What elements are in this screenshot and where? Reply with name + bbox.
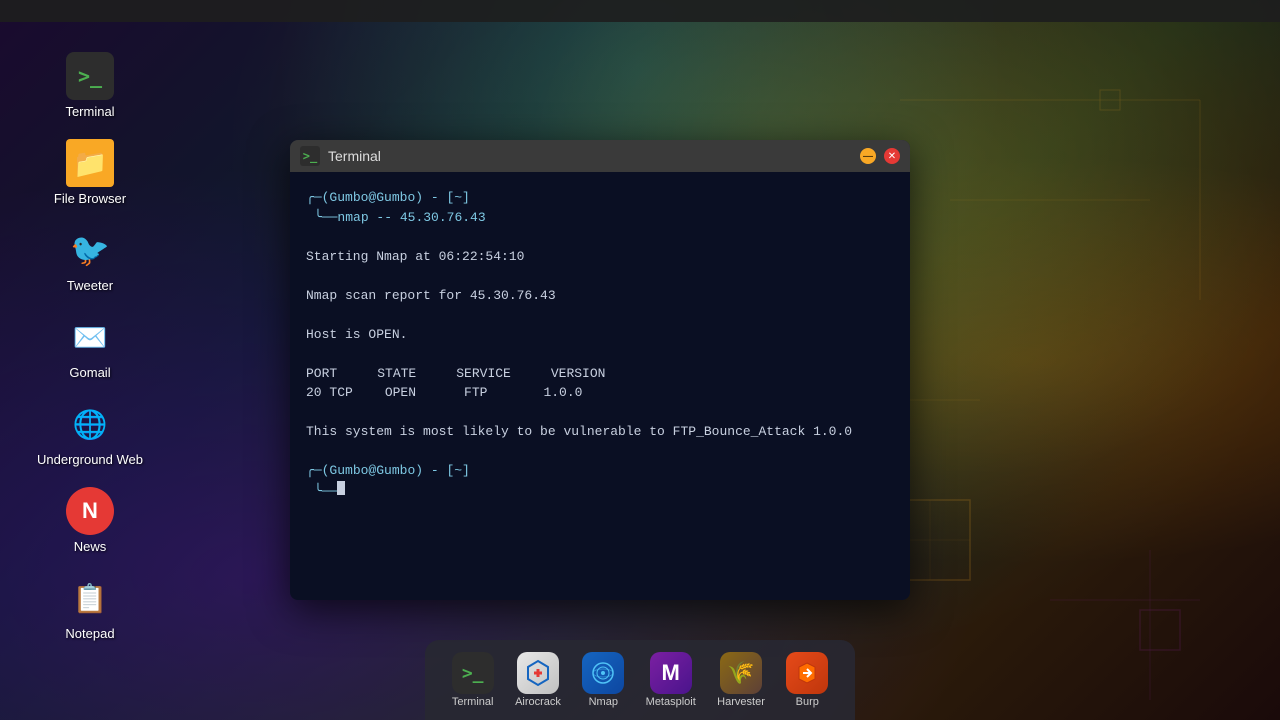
col-port: PORT — [306, 364, 337, 384]
underground-label: Underground Web — [37, 452, 143, 467]
topbar — [0, 0, 1280, 22]
taskbar-metasploit-label: Metasploit — [646, 696, 696, 708]
tweeter-icon: 🐦 — [66, 226, 114, 274]
terminal-line-host: Host is OPEN. — [306, 325, 894, 345]
terminal-titlebar: >_ Terminal — ✕ — [290, 140, 910, 172]
col-state: STATE — [377, 364, 416, 384]
terminal-label: Terminal — [65, 104, 114, 119]
taskbar-terminal-icon: >_ — [452, 652, 494, 694]
data-version: 1.0.0 — [543, 383, 582, 403]
desktop-icon-underground[interactable]: 🌐 Underground Web — [20, 390, 160, 477]
news-icon: N — [66, 487, 114, 535]
taskbar-nmap-icon — [582, 652, 624, 694]
col-service: SERVICE — [456, 364, 511, 384]
terminal-line-starting: Starting Nmap at 06:22:54:10 — [306, 247, 894, 267]
taskbar-burp-label: Burp — [796, 696, 819, 708]
tweeter-label: Tweeter — [67, 278, 113, 293]
taskbar-burp[interactable]: Burp — [778, 648, 836, 712]
taskbar: >_ Terminal Airocrack Nmap M Metasploit — [425, 640, 855, 720]
taskbar-metasploit[interactable]: M Metasploit — [638, 648, 704, 712]
notepad-label: Notepad — [65, 626, 114, 641]
notepad-icon: 📋 — [66, 574, 114, 622]
news-label: News — [74, 539, 107, 554]
terminal-body[interactable]: ╭─(Gumbo@Gumbo) - [~] ╰──nmap -- 45.30.7… — [290, 172, 910, 600]
taskbar-airocrack-icon — [517, 652, 559, 694]
filebrowser-label: File Browser — [54, 191, 126, 206]
terminal-title-text: Terminal — [328, 148, 852, 164]
underground-icon: 🌐 — [66, 400, 114, 448]
taskbar-burp-icon — [786, 652, 828, 694]
taskbar-airocrack[interactable]: Airocrack — [507, 648, 569, 712]
desktop-icon-tweeter[interactable]: 🐦 Tweeter — [20, 216, 160, 303]
taskbar-terminal[interactable]: >_ Terminal — [444, 648, 502, 712]
col-version: VERSION — [551, 364, 606, 384]
taskbar-harvester-icon: 🌾 — [720, 652, 762, 694]
taskbar-metasploit-icon: M — [650, 652, 692, 694]
desktop-icon-notepad[interactable]: 📋 Notepad — [20, 564, 160, 651]
cursor — [337, 481, 345, 495]
taskbar-harvester-label: Harvester — [717, 696, 765, 708]
terminal-prompt-2: ╭─(Gumbo@Gumbo) - [~] — [306, 461, 894, 481]
desktop-icon-terminal[interactable]: >_ Terminal — [20, 42, 160, 129]
terminal-prompt-1: ╭─(Gumbo@Gumbo) - [~] — [306, 188, 894, 208]
taskbar-harvester[interactable]: 🌾 Harvester — [709, 648, 773, 712]
taskbar-airocrack-label: Airocrack — [515, 696, 561, 708]
taskbar-terminal-label: Terminal — [452, 696, 494, 708]
terminal-cmd-1: ╰──nmap -- 45.30.76.43 — [306, 208, 894, 228]
filebrowser-icon: 📁 — [66, 139, 114, 187]
gomail-label: Gomail — [69, 365, 110, 380]
desktop-icon-gomail[interactable]: ✉️ Gomail — [20, 303, 160, 390]
terminal-window: >_ Terminal — ✕ ╭─(Gumbo@Gumbo) - [~] ╰─… — [290, 140, 910, 600]
data-port: 20 TCP — [306, 383, 353, 403]
terminal-line-data: 20 TCP OPEN FTP 1.0.0 — [306, 383, 894, 403]
close-button[interactable]: ✕ — [884, 148, 900, 164]
terminal-icon: >_ — [66, 52, 114, 100]
data-state: OPEN — [385, 383, 416, 403]
desktop-sidebar: >_ Terminal 📁 File Browser 🐦 Tweeter ✉️ … — [0, 22, 180, 651]
data-service: FTP — [464, 383, 487, 403]
terminal-line-report: Nmap scan report for 45.30.76.43 — [306, 286, 894, 306]
terminal-title-icon: >_ — [300, 146, 320, 166]
gomail-icon: ✉️ — [66, 313, 114, 361]
taskbar-nmap[interactable]: Nmap — [574, 648, 632, 712]
taskbar-nmap-label: Nmap — [589, 696, 618, 708]
terminal-input-line: ╰── — [306, 481, 894, 502]
desktop-icon-filebrowser[interactable]: 📁 File Browser — [20, 129, 160, 216]
desktop-icon-news[interactable]: N News — [20, 477, 160, 564]
terminal-line-header: PORT STATE SERVICE VERSION — [306, 364, 894, 384]
minimize-button[interactable]: — — [860, 148, 876, 164]
terminal-line-vuln: This system is most likely to be vulnera… — [306, 422, 894, 442]
